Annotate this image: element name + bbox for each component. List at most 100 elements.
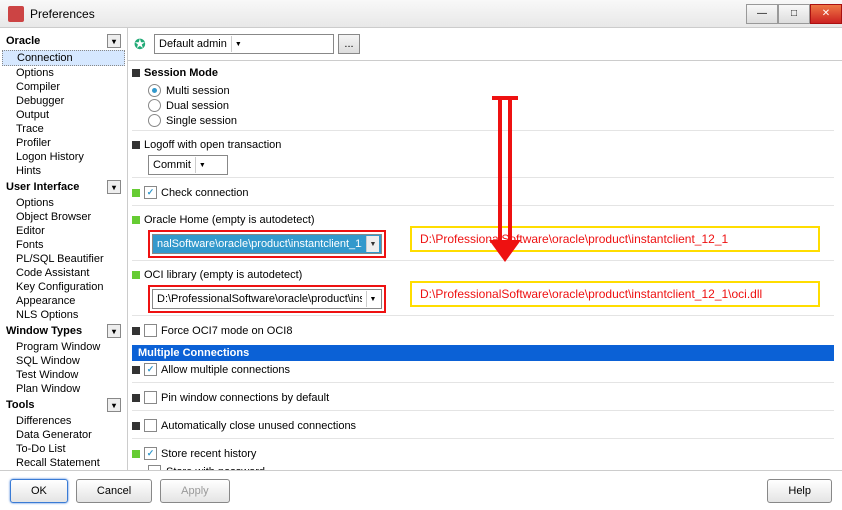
category-tools[interactable]: Tools▾ [2,396,125,414]
oracle-home-label: Oracle Home (empty is autodetect) [144,214,315,226]
sidebar-item-data-generator[interactable]: Data Generator [2,428,125,442]
logoff-value: Commit [153,159,191,171]
sidebar-item-appearance[interactable]: Appearance [2,294,125,308]
radio-label: Dual session [166,100,229,112]
force-oci7-label: Force OCI7 mode on OCI8 [161,325,292,337]
sidebar-item-hints[interactable]: Hints [2,164,125,178]
admin-icon: ✪ [134,36,150,52]
autoclose-checkbox[interactable] [144,419,157,432]
sidebar-item-logon-history[interactable]: Logon History [2,150,125,164]
radio-single-session[interactable] [148,114,161,127]
sidebar-item-object-browser[interactable]: Object Browser [2,210,125,224]
sidebar-item-key-config[interactable]: Key Configuration [2,280,125,294]
force-oci7-checkbox[interactable] [144,324,157,337]
sidebar-item-differences[interactable]: Differences [2,414,125,428]
sidebar-item-connection[interactable]: Connection [2,50,125,66]
chevron-down-icon[interactable]: ▼ [231,36,245,52]
admin-toolbar: ✪ Default admin ▼ ... [128,28,842,61]
collapse-icon[interactable]: ▾ [107,324,121,338]
logoff-label: Logoff with open transaction [144,139,281,151]
sidebar-item-todo-list[interactable]: To-Do List [2,442,125,456]
oracle-home-select[interactable]: nalSoftware\oracle\product\instantclient… [152,234,382,254]
sidebar-item-debugger[interactable]: Debugger [2,94,125,108]
bullet-icon [132,189,140,197]
app-icon [8,6,24,22]
admin-select[interactable]: Default admin ▼ [154,34,334,54]
bullet-icon [132,394,140,402]
oci-library-value: D:\ProfessionalSoftware\oracle\product\i… [157,293,362,305]
store-recent-checkbox[interactable] [144,447,157,460]
annotation-red-box: D:\ProfessionalSoftware\oracle\product\i… [148,285,386,313]
maximize-button[interactable]: □ [778,4,810,24]
check-connection-label: Check connection [161,187,248,199]
session-mode-title: Session Mode [144,67,218,79]
minimize-button[interactable]: — [746,4,778,24]
category-window-types[interactable]: Window Types▾ [2,322,125,340]
collapse-icon[interactable]: ▾ [107,398,121,412]
sidebar-item-program-window[interactable]: Program Window [2,340,125,354]
radio-label: Single session [166,115,237,127]
bullet-icon [132,271,140,279]
store-recent-label: Store recent history [161,448,256,460]
admin-more-button[interactable]: ... [338,34,360,54]
bullet-icon [132,366,140,374]
allow-multi-conn-checkbox[interactable] [144,363,157,376]
radio-label: Multi session [166,85,230,97]
bullet-icon [132,69,140,77]
sidebar-item-plan-window[interactable]: Plan Window [2,382,125,396]
bullet-icon [132,450,140,458]
chevron-down-icon[interactable]: ▼ [366,236,379,252]
category-oracle[interactable]: Oracle▾ [2,32,125,50]
annotation-red-box: nalSoftware\oracle\product\instantclient… [148,230,386,258]
sidebar-item-compiler[interactable]: Compiler [2,80,125,94]
sidebar-item-test-window[interactable]: Test Window [2,368,125,382]
chevron-down-icon[interactable]: ▼ [195,157,209,173]
chevron-down-icon[interactable]: ▼ [366,291,379,307]
autoclose-label: Automatically close unused connections [161,420,356,432]
annotation-yellow-box: D:\ProfessionalSoftware\oracle\product\i… [410,281,820,307]
sidebar-item-sql-window[interactable]: SQL Window [2,354,125,368]
collapse-icon[interactable]: ▾ [107,34,121,48]
bullet-icon [132,216,140,224]
sidebar-item-code-assistant[interactable]: Code Assistant [2,266,125,280]
multiple-connections-header: Multiple Connections [132,345,834,361]
button-bar: OK Cancel Apply Help [0,470,842,510]
ok-button[interactable]: OK [10,479,68,503]
pin-window-checkbox[interactable] [144,391,157,404]
sidebar-item-recall-statement[interactable]: Recall Statement [2,456,125,470]
store-password-label: Store with password [166,466,265,471]
apply-button[interactable]: Apply [160,479,230,503]
help-button[interactable]: Help [767,479,832,503]
logoff-select[interactable]: Commit ▼ [148,155,228,175]
annotation-yellow-box: D:\ProfessionalSoftware\oracle\product\i… [410,226,820,252]
sidebar-item-nls-options[interactable]: NLS Options [2,308,125,322]
bullet-icon [132,327,140,335]
sidebar-item-plsql-beautifier[interactable]: PL/SQL Beautifier [2,252,125,266]
close-button[interactable]: ✕ [810,4,842,24]
preferences-tree[interactable]: Oracle▾ Connection Options Compiler Debu… [0,28,128,470]
title-bar: Preferences — □ ✕ [0,0,842,28]
collapse-icon[interactable]: ▾ [107,180,121,194]
oci-library-select[interactable]: D:\ProfessionalSoftware\oracle\product\i… [152,289,382,309]
radio-dual-session[interactable] [148,99,161,112]
pin-window-label: Pin window connections by default [161,392,329,404]
oracle-home-value: nalSoftware\oracle\product\instantclient… [157,238,362,250]
bullet-icon [132,141,140,149]
sidebar-item-profiler[interactable]: Profiler [2,136,125,150]
category-user-interface[interactable]: User Interface▾ [2,178,125,196]
oci-library-label: OCI library (empty is autodetect) [144,269,302,281]
sidebar-item-options[interactable]: Options [2,66,125,80]
store-password-checkbox[interactable] [148,465,161,470]
window-title: Preferences [30,7,746,21]
cancel-button[interactable]: Cancel [76,479,152,503]
sidebar-item-fonts[interactable]: Fonts [2,238,125,252]
allow-multi-conn-label: Allow multiple connections [161,364,290,376]
sidebar-item-editor[interactable]: Editor [2,224,125,238]
check-connection-checkbox[interactable] [144,186,157,199]
sidebar-item-ui-options[interactable]: Options [2,196,125,210]
sidebar-item-trace[interactable]: Trace [2,122,125,136]
bullet-icon [132,422,140,430]
sidebar-item-output[interactable]: Output [2,108,125,122]
radio-multi-session[interactable] [148,84,161,97]
admin-select-value: Default admin [159,38,227,50]
